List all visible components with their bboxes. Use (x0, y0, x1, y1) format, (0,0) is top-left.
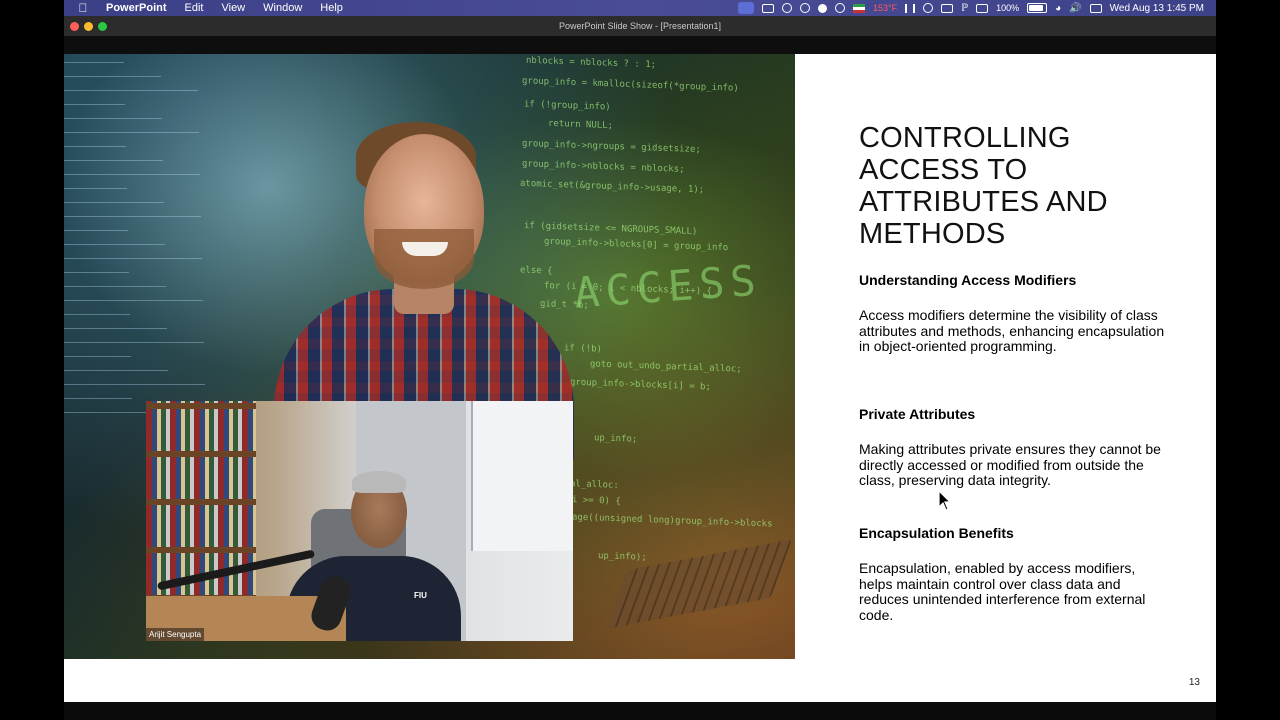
display-mirror-icon[interactable] (941, 3, 954, 13)
screen-share-icon[interactable] (738, 2, 754, 14)
control-center-icon[interactable] (1089, 3, 1102, 13)
screen-scanline (64, 216, 201, 217)
cpu-temperature[interactable]: 153°F (873, 3, 897, 13)
smile (402, 242, 448, 256)
minimize-window-button[interactable] (84, 22, 93, 31)
screen-scanline (64, 146, 126, 147)
code-line: goto out_undo_partial_alloc; (590, 359, 742, 375)
whiteboard (471, 401, 573, 551)
beard (374, 229, 474, 289)
zoom-window-button[interactable] (98, 22, 107, 31)
section-heading: Understanding Access Modifiers (859, 272, 1077, 288)
code-line: nblocks = nblocks ? : 1; (526, 55, 657, 71)
flag-icon[interactable] (853, 3, 865, 13)
slide-title: CONTROLLING ACCESS TO ATTRIBUTES AND MET… (859, 122, 1108, 250)
memory-icon[interactable] (905, 3, 916, 13)
macos-menu-bar:  PowerPoint Edit View Window Help 153°F… (64, 0, 1216, 16)
screen-scanline (64, 328, 167, 329)
code-line: if (!group_info) (524, 99, 611, 113)
screen-scanline (64, 398, 132, 399)
screen-scanline (64, 384, 205, 385)
hero-image: nblocks = nblocks ? : 1; group_info = kma… (64, 54, 795, 659)
shield-icon[interactable] (835, 3, 845, 13)
shirt-logo: FIU (414, 591, 427, 600)
slideshow-top-letterbox (64, 36, 1216, 54)
menu-view[interactable]: View (221, 2, 245, 14)
mouse-cursor-icon (938, 490, 952, 511)
screen-scanline (64, 356, 131, 357)
access-hologram-text: ACCESS (572, 255, 764, 318)
close-window-button[interactable] (70, 22, 79, 31)
screen-scanline (64, 90, 198, 91)
code-line: age((unsigned long)group_info->blocks (572, 512, 773, 530)
screen-scanline (64, 202, 164, 203)
window-title-bar: PowerPoint Slide Show - [Presentation1] (64, 16, 1216, 36)
slideshow-bottom-letterbox (64, 702, 1216, 720)
screen-scanline (64, 342, 204, 343)
slide-text-panel: CONTROLLING ACCESS TO ATTRIBUTES AND MET… (859, 122, 1179, 250)
section-body: Encapsulation, enabled by access modifie… (859, 560, 1146, 623)
screen-scanline (64, 300, 203, 301)
code-line: up_info); (598, 551, 647, 563)
screen-scanline (64, 244, 165, 245)
camera-status-icon[interactable] (762, 3, 774, 13)
wifi-icon[interactable]: ◕ (1055, 3, 1061, 14)
section-heading: Encapsulation Benefits (859, 525, 1014, 541)
keyboard-icon[interactable] (976, 3, 989, 13)
code-line: al_alloc: (570, 479, 619, 491)
webcam-overlay[interactable]: FIU Arijit Sengupta (146, 401, 573, 641)
code-line: i >= 0) { (572, 495, 621, 507)
menu-help[interactable]: Help (320, 2, 343, 14)
time-machine-icon[interactable] (923, 3, 934, 13)
clock[interactable]: Wed Aug 13 1:45 PM (1110, 3, 1204, 14)
screen-scanline (64, 118, 162, 119)
code-line: up_info; (594, 433, 638, 445)
participant-name-label: Arijit Sengupta (146, 628, 205, 641)
battery-percent[interactable]: 100% (996, 3, 1019, 13)
screen-scanline (64, 174, 200, 175)
slide[interactable]: nblocks = nblocks ? : 1; group_info = kma… (64, 54, 1216, 702)
menu-edit[interactable]: Edit (185, 2, 204, 14)
screen-scanline (64, 62, 124, 63)
code-line: group_info->blocks[i] = b; (570, 377, 711, 393)
app-status-icon[interactable] (818, 3, 827, 13)
compass-icon[interactable] (800, 3, 810, 13)
screen-scanline (64, 272, 129, 273)
section-body: Making attributes private ensures they c… (859, 441, 1161, 489)
presenter-hair (352, 471, 406, 493)
screen-scanline (64, 314, 130, 315)
developer-photo (274, 114, 574, 459)
menu-window[interactable]: Window (263, 2, 302, 14)
app-menu-powerpoint[interactable]: PowerPoint (106, 2, 167, 14)
slide-number: 13 (1188, 677, 1200, 688)
window-title: PowerPoint Slide Show - [Presentation1] (558, 21, 722, 31)
screen-scanline (64, 286, 166, 287)
screen-scanline (64, 258, 202, 259)
volume-icon[interactable]: 🔊 (1069, 3, 1081, 14)
screen-scanline (64, 188, 127, 189)
screen-scanline (64, 76, 161, 77)
screen-scanline (64, 132, 199, 133)
bluetooth-icon[interactable]: ℙ (961, 3, 968, 14)
screen-scanline (64, 160, 163, 161)
section-body: Access modifiers determine the visibilit… (859, 307, 1165, 355)
screen-scanline (64, 230, 128, 231)
vpn-status-icon[interactable] (782, 3, 792, 13)
screen-scanline (64, 104, 125, 105)
apple-menu-icon[interactable]:  (78, 1, 88, 15)
screen-scanline (64, 370, 168, 371)
section-heading: Private Attributes (859, 406, 976, 422)
battery-icon[interactable] (1027, 3, 1048, 13)
code-line: group_info = kmalloc(sizeof(*group_info) (522, 76, 739, 94)
